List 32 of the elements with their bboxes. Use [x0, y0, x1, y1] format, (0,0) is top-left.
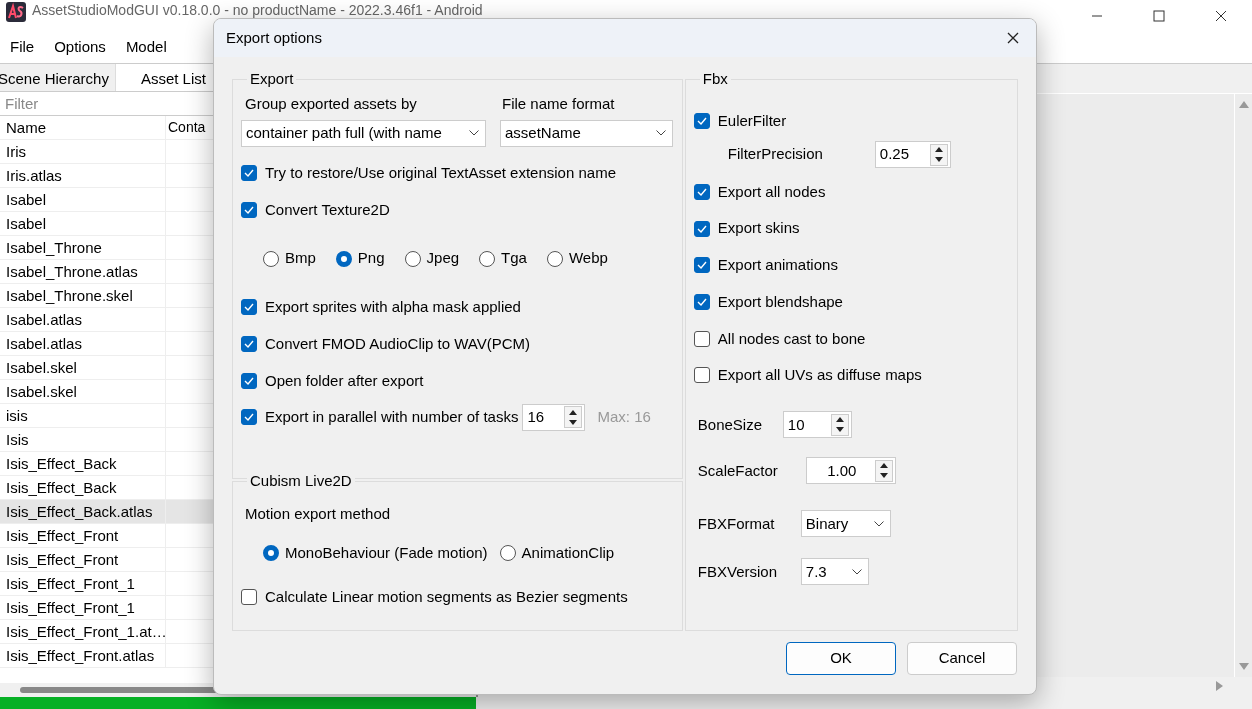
field-label: FBXFormat	[697, 513, 776, 534]
checkbox-label: Open folder after export	[265, 370, 424, 391]
window-title: AssetStudioModGUI v0.18.0.0 - no productName - 2022.3.46f1 - Android	[32, 3, 483, 18]
radio-label: AnimationClip	[521, 542, 615, 563]
checkbox-label: All nodes cast to bone	[717, 328, 866, 349]
max-note: Max: 16	[597, 406, 651, 427]
checkbox-label: Export in parallel with number of tasks	[265, 406, 519, 427]
checkbox-label: EulerFilter	[717, 111, 787, 132]
radio-label: Bmp	[285, 248, 316, 269]
checkbox-label: Calculate Linear motion segments as Bezier segments	[265, 587, 628, 607]
field-label: File name format	[502, 94, 616, 114]
dialog-title: Export options	[226, 27, 322, 48]
checkbox-label: Convert Texture2D	[265, 199, 390, 220]
checkbox-label: Convert FMOD AudioClip to WAV(PCM)	[265, 333, 531, 354]
checkbox-label: Try to restore/Use original TextAsset extension name	[265, 162, 616, 183]
field-label: FilterPrecision	[727, 144, 824, 165]
field-label: Group exported assets by	[245, 94, 418, 114]
checkbox-label: Export animations	[717, 255, 838, 276]
radio-label: Png	[357, 248, 385, 269]
radio-label: MonoBehaviour (Fade motion)	[285, 542, 488, 563]
checkbox-label: Export blendshape	[717, 291, 843, 312]
checkbox-label: Export skins	[717, 218, 800, 239]
radio-label: Tga	[501, 248, 527, 269]
checkbox-label: Export all UVs as diffuse maps	[717, 365, 922, 386]
checkbox-label: Export all nodes	[717, 181, 826, 202]
field-label: BoneSize	[697, 414, 764, 435]
radio-label: Jpeg	[426, 248, 460, 269]
field-label: Motion export method	[245, 504, 392, 524]
field-label: FBXVersion	[697, 561, 779, 582]
checkbox-label: Export sprites with alpha mask applied	[265, 296, 521, 317]
field-label: ScaleFactor	[697, 460, 779, 481]
radio-label: Webp	[568, 248, 608, 269]
